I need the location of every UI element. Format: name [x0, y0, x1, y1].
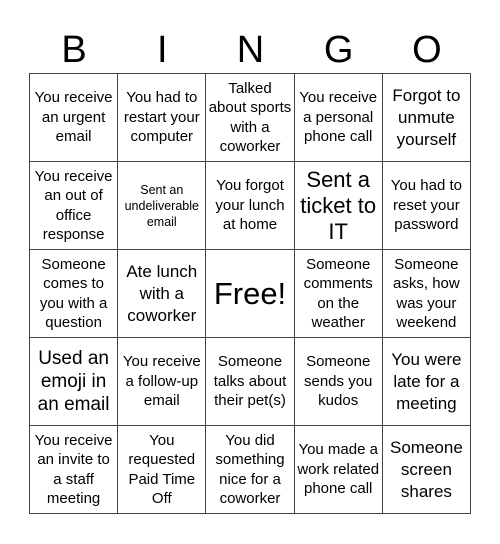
bingo-header: B I N G O — [30, 28, 471, 72]
cell-text: Talked about sports with a coworker — [208, 79, 292, 156]
cell-text: You did something nice for a coworker — [215, 431, 285, 508]
bingo-cell-r2-c4[interactable]: Sent a ticket to IT — [294, 162, 383, 250]
cell-text: Someone comes to you with a question — [39, 255, 108, 332]
bingo-cell-r5-c3[interactable]: You did something nice for a coworker — [206, 426, 295, 514]
bingo-cell-r4-c4[interactable]: Someone sends you kudos — [294, 338, 383, 426]
cell-text: You receive an urgent email — [34, 89, 113, 146]
bingo-cell-r2-c5[interactable]: You had to reset your password — [382, 162, 471, 250]
header-letter-g: G — [323, 29, 354, 71]
cell-text: You receive an invite to a staff meeting — [34, 431, 113, 508]
cell-text: Someone talks about their pet(s) — [213, 353, 287, 410]
bingo-cell-r5-c2[interactable]: You requested Paid Time Off — [118, 426, 207, 514]
bingo-cell-r3-c5[interactable]: Someone asks, how was your weekend — [382, 250, 471, 338]
bingo-cell-r4-c2[interactable]: You receive a follow-up email — [118, 338, 207, 426]
bingo-cell-r1-c2[interactable]: You had to restart your computer — [118, 74, 207, 162]
cell-text: Used an emoji in an email — [37, 348, 110, 415]
cell-text: You receive a follow-up email — [122, 353, 201, 410]
header-letter-n: N — [236, 29, 265, 71]
bingo-cell-r1-c4[interactable]: You receive a personal phone call — [294, 74, 383, 162]
bingo-cell-r1-c3[interactable]: Talked about sports with a coworker — [206, 74, 295, 162]
bingo-cell-r4-c5[interactable]: You were late for a meeting — [382, 338, 471, 426]
bingo-cell-r2-c3[interactable]: You forgot your lunch at home — [206, 162, 295, 250]
cell-text: Someone asks, how was your weekend — [393, 255, 460, 332]
bingo-cell-r4-c3[interactable]: Someone talks about their pet(s) — [206, 338, 295, 426]
cell-text: Sent a ticket to IT — [300, 166, 377, 244]
bingo-cell-r5-c5[interactable]: Someone screen shares — [382, 426, 471, 514]
cell-text: You made a work related phone call — [297, 441, 380, 498]
cell-text: Someone screen shares — [390, 437, 463, 501]
bingo-cell-r5-c1[interactable]: You receive an invite to a staff meeting — [30, 426, 119, 514]
cell-text: Someone sends you kudos — [304, 353, 373, 410]
header-letter-i: I — [157, 29, 168, 71]
bingo-cell-r2-c2[interactable]: Sent an undeliverable email — [118, 162, 207, 250]
cell-text: You were late for a meeting — [391, 349, 462, 413]
cell-text: You receive an out of office response — [34, 167, 113, 244]
bingo-cell-r1-c1[interactable]: You receive an urgent email — [30, 74, 119, 162]
cell-text: You requested Paid Time Off — [128, 431, 196, 508]
bingo-cell-r1-c5[interactable]: Forgot to unmute yourself — [382, 74, 471, 162]
cell-text: You had to reset your password — [390, 177, 462, 234]
cell-text: Forgot to unmute yourself — [392, 85, 461, 149]
bingo-cell-r5-c4[interactable]: You made a work related phone call — [294, 426, 383, 514]
header-letter-b: B — [61, 29, 87, 71]
cell-text: Someone comments on the weather — [303, 255, 373, 332]
cell-text: Sent an undeliverable email — [124, 182, 199, 229]
bingo-cell-r3-c1[interactable]: Someone comes to you with a question — [30, 250, 119, 338]
cell-text: You forgot your lunch at home — [215, 177, 285, 234]
cell-text: You receive a personal phone call — [299, 89, 378, 146]
header-letter-o: O — [412, 29, 442, 71]
bingo-cell-r4-c1[interactable]: Used an emoji in an email — [30, 338, 119, 426]
free-space-text: Free! — [213, 275, 287, 311]
cell-text: You had to restart your computer — [123, 89, 200, 146]
bingo-cell-r3-c4[interactable]: Someone comments on the weather — [294, 250, 383, 338]
bingo-cell-r3-c2[interactable]: Ate lunch with a coworker — [118, 250, 207, 338]
bingo-free-space[interactable]: Free! — [206, 250, 295, 338]
bingo-card: You receive an urgent email You had to r… — [29, 73, 471, 514]
bingo-cell-r2-c1[interactable]: You receive an out of office response — [30, 162, 119, 250]
cell-text: Ate lunch with a coworker — [126, 261, 198, 325]
